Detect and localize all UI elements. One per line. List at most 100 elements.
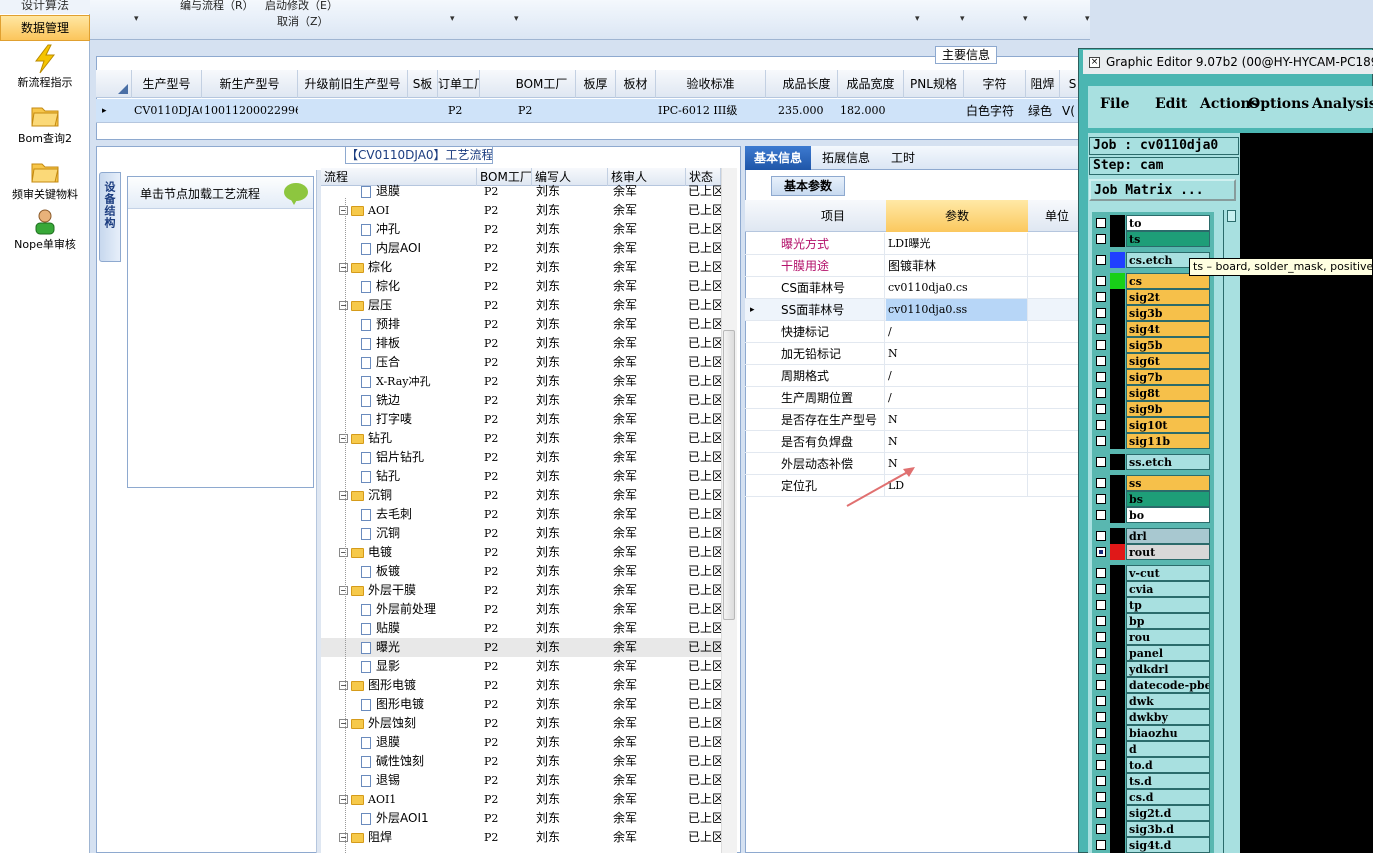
layer-row[interactable]: datecode-pbe [1094,677,1210,693]
tree-node[interactable]: 沉铜 [361,524,477,543]
chevron-down-icon[interactable]: ▾ [134,14,139,24]
layer-row[interactable]: drl [1094,528,1210,544]
tree-node[interactable]: 棕化 [361,277,477,296]
tree-row[interactable]: − 层压 P2 刘东 余军 已上区 [321,296,721,315]
cancel-menu[interactable]: 取消（Z） [277,13,329,29]
param-value[interactable]: 图镀菲林 [886,255,1028,277]
layer-checkbox[interactable] [1096,664,1106,674]
layer-name[interactable]: sig8t [1126,385,1210,401]
tree-row[interactable]: 图形电镀 P2 刘东 余军 已上区 [321,695,721,714]
tree-node[interactable]: 钻孔 [361,467,477,486]
layer-name[interactable]: datecode-pbe [1126,677,1210,693]
layer-name[interactable]: sig10t [1126,417,1210,433]
layer-checkbox[interactable] [1096,568,1106,578]
tree-row[interactable]: − 图形电镀 P2 刘东 余军 已上区 [321,676,721,695]
col-header[interactable]: 成品长度 [776,70,838,98]
layer-name[interactable]: rout [1126,544,1210,560]
layer-name[interactable]: to [1126,215,1210,231]
layer-name[interactable]: ss.etch [1126,454,1210,470]
layer-row[interactable]: ts [1094,231,1210,247]
chevron-down-icon[interactable]: ▾ [450,14,455,24]
chevron-down-icon[interactable]: ▾ [1085,14,1090,24]
tree-node[interactable]: 压合 [361,353,477,372]
layer-checkbox[interactable] [1096,478,1106,488]
layer-row[interactable]: ss [1094,475,1210,491]
tree-row[interactable]: 退膜 P2 刘东 余军 已上区 [321,733,721,752]
layer-name[interactable]: biaozhu [1126,725,1210,741]
nav-item[interactable]: Nope单审核 [0,206,90,252]
collapse-icon[interactable]: − [339,301,348,310]
tab-extended-info[interactable]: 拓展信息 [815,146,877,170]
layer-row[interactable]: sig9b [1094,401,1210,417]
layer-row[interactable]: sig8t [1094,385,1210,401]
nav-item[interactable]: Bom查询2 [0,100,90,146]
layer-row[interactable]: rou [1094,629,1210,645]
layer-row[interactable]: ydkdrl [1094,661,1210,677]
tree-node[interactable]: 铝片钻孔 [361,448,477,467]
col-header[interactable]: 生产型号 [132,70,202,98]
layer-checkbox[interactable] [1096,648,1106,658]
col-header[interactable]: 阻焊 [1026,70,1060,98]
layer-row[interactable]: bs [1094,491,1210,507]
layer-checkbox[interactable] [1096,420,1106,430]
layer-name[interactable]: d [1126,741,1210,757]
tree-row[interactable]: − 阻焊 P2 刘东 余军 已上区 [321,828,721,847]
layer-checkbox[interactable] [1096,728,1106,738]
col-header[interactable]: 字符 [964,70,1026,98]
tree-node[interactable]: − 阻焊 [339,828,477,847]
tree-row[interactable]: 棕化 P2 刘东 余军 已上区 [321,277,721,296]
collapse-icon[interactable]: − [339,681,348,690]
layer-name[interactable]: cvia [1126,581,1210,597]
param-row[interactable]: 生产周期位置 / [745,387,1085,409]
param-row[interactable]: ▸ SS面菲林号 cv0110dja0.ss [745,299,1085,321]
layer-name[interactable]: sig4t [1126,321,1210,337]
layer-name[interactable]: to.d [1126,757,1210,773]
param-value[interactable]: cv0110dja0.ss [886,299,1028,321]
layer-checkbox[interactable] [1096,712,1106,722]
tree-row[interactable]: − 外层干膜 P2 刘东 余军 已上区 [321,581,721,600]
cell[interactable]: 182.000 [840,99,904,123]
layer-checkbox[interactable] [1096,760,1106,770]
col-header[interactable]: 验收标准 [656,70,766,98]
layer-row[interactable]: bo [1094,507,1210,523]
layer-name[interactable]: sig2t [1126,289,1210,305]
tree-row[interactable]: 外层前处理 P2 刘东 余军 已上区 [321,600,721,619]
param-row[interactable]: 曝光方式 LDI曝光 [745,233,1085,255]
collapse-icon[interactable]: − [339,491,348,500]
layer-row[interactable]: sig11b [1094,433,1210,449]
layer-name[interactable]: sig4t.d [1126,837,1210,853]
layer-checkbox[interactable] [1096,600,1106,610]
param-row[interactable]: 是否有负焊盘 N [745,431,1085,453]
start-edit-menu[interactable]: 启动修改（E） [265,0,338,13]
layer-name[interactable]: sig5b [1126,337,1210,353]
layer-checkbox[interactable] [1096,276,1106,286]
layer-row[interactable]: sig2t [1094,289,1210,305]
param-value[interactable]: / [886,365,1028,387]
tree-node[interactable]: − 棕化 [339,258,477,277]
layer-row[interactable]: ts.d [1094,773,1210,789]
col-header[interactable]: 新生产型号 [202,70,298,98]
layer-name[interactable]: sig2t.d [1126,805,1210,821]
layer-name[interactable]: drl [1126,528,1210,544]
collapse-icon[interactable]: − [339,206,348,215]
layer-checkbox[interactable] [1096,584,1106,594]
col-header[interactable]: 订单工厂 [438,70,480,98]
param-value[interactable]: N [886,343,1028,365]
tree-row[interactable]: 碱性蚀刻 P2 刘东 余军 已上区 [321,752,721,771]
tree-node[interactable]: − 图形电镀 [339,676,477,695]
nav-design[interactable]: 设计算法 [0,0,90,14]
layer-checkbox[interactable] [1096,308,1106,318]
chevron-down-icon[interactable]: ▾ [1023,14,1028,24]
layer-checkbox[interactable] [1096,776,1106,786]
collapse-icon[interactable]: − [339,434,348,443]
cell[interactable] [578,99,616,123]
tree-row[interactable]: − 钻孔 P2 刘东 余军 已上区 [321,429,721,448]
layer-checkbox[interactable] [1096,404,1106,414]
layer-checkbox[interactable] [1096,255,1106,265]
layer-checkbox[interactable] [1096,696,1106,706]
tab-basic-info[interactable]: 基本信息 [745,146,811,170]
tree-node[interactable]: 碱性蚀刻 [361,752,477,771]
tree-node[interactable]: 预排 [361,315,477,334]
param-row[interactable]: 干膜用途 图镀菲林 [745,255,1085,277]
param-row[interactable]: 快捷标记 / [745,321,1085,343]
